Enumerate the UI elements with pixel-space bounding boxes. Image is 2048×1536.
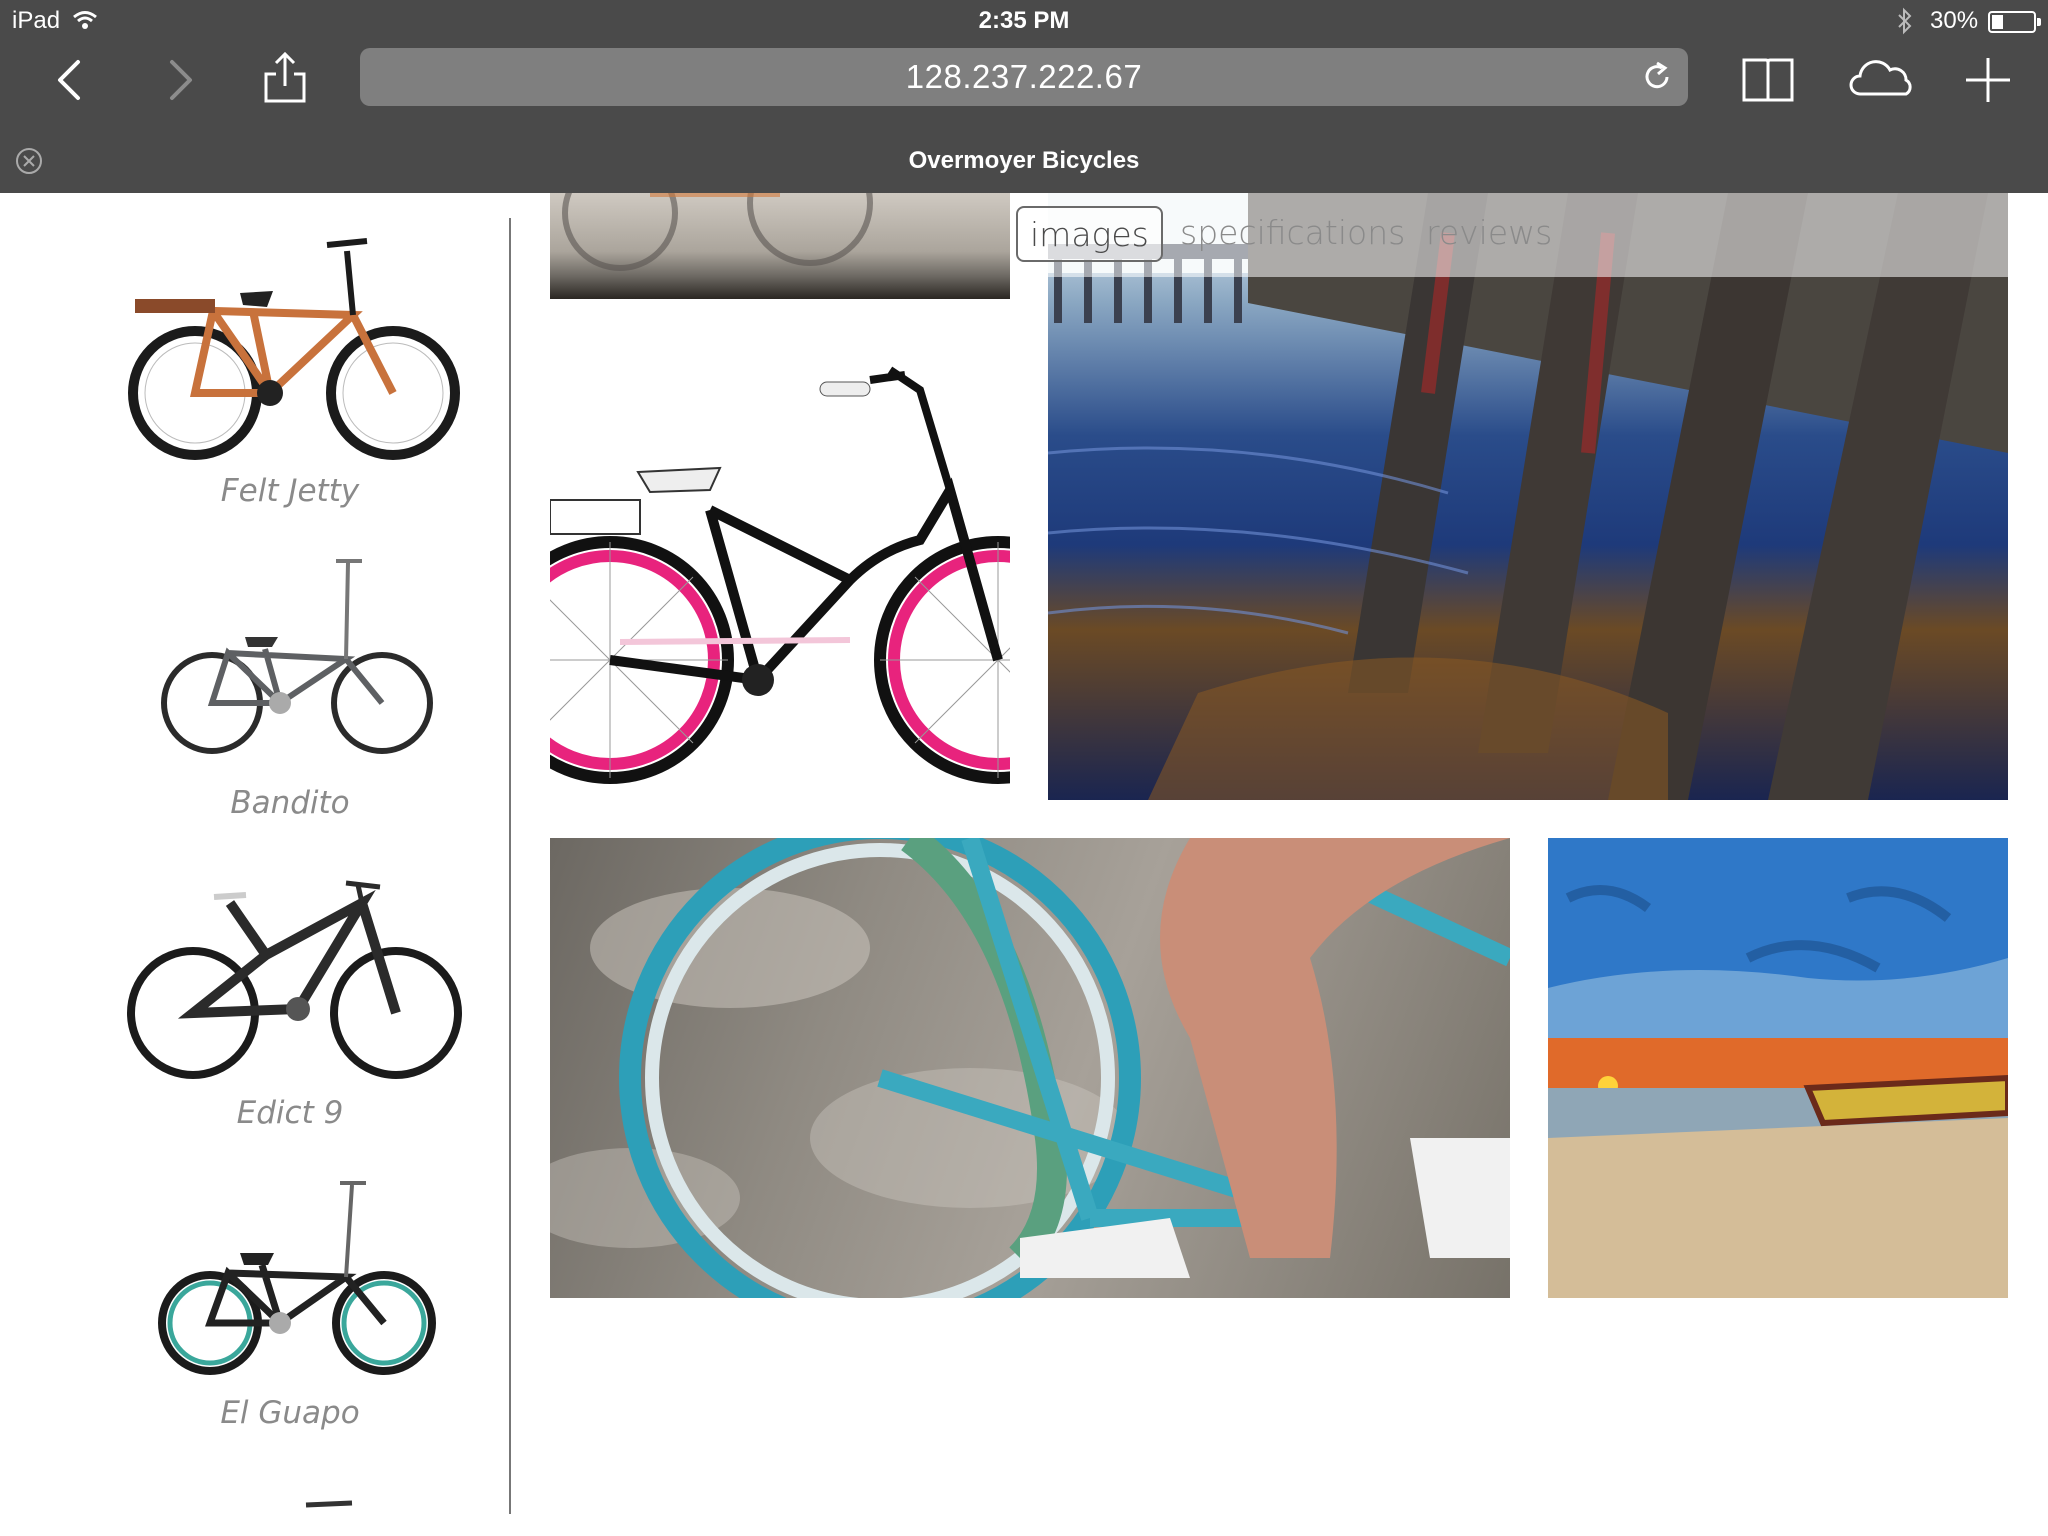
pier-photo[interactable] — [1048, 193, 2008, 800]
bike-image — [161, 559, 433, 754]
page-tab-title[interactable]: Overmoyer Bicycles — [0, 145, 2048, 177]
sidebar-divider — [509, 218, 511, 1514]
beach-photo[interactable] — [1548, 838, 2008, 1298]
battery-percentage: 30% — [1930, 7, 1979, 34]
bike-image-partial — [305, 1500, 353, 1508]
rider-photo[interactable] — [550, 838, 1510, 1298]
photo-content — [1048, 193, 2008, 800]
bluetooth-icon — [1898, 7, 1912, 35]
share-icon[interactable] — [255, 50, 315, 110]
address-bar[interactable]: 128.237.222.67 — [360, 48, 1688, 106]
tab-specifications[interactable]: specifications — [1180, 206, 1405, 262]
photo-content — [1548, 838, 2008, 1298]
bike-image — [127, 880, 462, 1079]
plus-icon[interactable] — [1958, 50, 2018, 110]
bike-image — [158, 1181, 436, 1375]
bike-name: Felt Jetty — [220, 473, 360, 509]
photo-content — [550, 366, 1010, 784]
chevron-right-icon[interactable] — [150, 50, 210, 110]
bike-name: El Guapo — [220, 1395, 360, 1431]
bike-name: Edict 9 — [236, 1095, 344, 1131]
bike-list-sidebar: Felt Jetty Bandito Edict 9 El Guapo — [0, 193, 510, 1536]
reload-icon[interactable] — [1640, 60, 1674, 94]
chevron-left-icon[interactable] — [40, 50, 100, 110]
bike-photo-top[interactable] — [550, 193, 1010, 299]
battery-icon — [1988, 11, 2041, 33]
cloud-icon[interactable] — [1846, 50, 1918, 110]
bike-photo-felt-cruiser[interactable] — [550, 330, 1010, 790]
bike-image — [128, 238, 460, 460]
status-time: 2:35 PM — [978, 7, 1070, 34]
tab-reviews[interactable]: reviews — [1426, 206, 1552, 262]
photo-content — [550, 838, 1510, 1298]
bike-name: Bandito — [230, 785, 350, 821]
photo-content — [562, 193, 873, 271]
book-icon[interactable] — [1738, 50, 1798, 110]
tab-images[interactable]: images — [1016, 206, 1163, 262]
browser-chrome: iPad 2:35 PM 30% 128.237.222.67 Overmoye… — [0, 0, 2048, 193]
address-text[interactable]: 128.237.222.67 — [360, 48, 1688, 106]
